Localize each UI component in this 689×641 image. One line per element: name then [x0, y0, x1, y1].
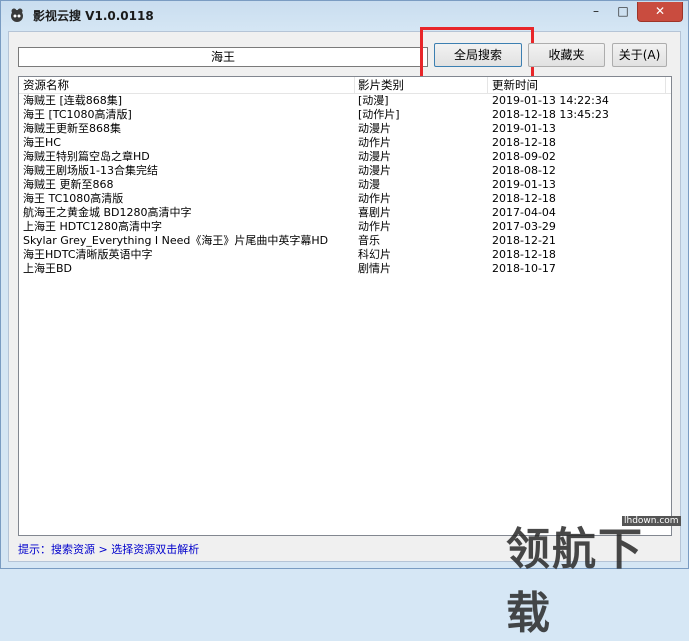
cell-category: [动作片]: [358, 108, 400, 121]
cell-name: 海贼王特别篇空岛之章HD: [23, 150, 150, 163]
column-header-category[interactable]: 影片类别: [358, 77, 404, 93]
cell-updated: 2019-01-13 14:22:34: [492, 94, 609, 107]
table-row[interactable]: 海贼王特别篇空岛之章HD 动漫片 2018-09-02: [19, 150, 671, 164]
about-button[interactable]: 关于(A): [612, 43, 667, 67]
cell-name: 海贼王更新至868集: [23, 122, 121, 135]
cell-updated: 2018-12-18: [492, 248, 556, 261]
cell-name: 海贼王 更新至868: [23, 178, 114, 191]
table-row[interactable]: 海王HDTC清晰版英语中字 科幻片 2018-12-18: [19, 248, 671, 262]
list-rows: 海贼王 [连载868集] [动漫] 2019-01-13 14:22:34 海王 [T…: [19, 94, 671, 276]
cell-updated: 2018-12-18: [492, 192, 556, 205]
table-row[interactable]: 海贼王 [连载868集] [动漫] 2019-01-13 14:22:34: [19, 94, 671, 108]
table-row[interactable]: 海王HC 动作片 2018-12-18: [19, 136, 671, 150]
cell-name: 海王HDTC清晰版英语中字: [23, 248, 153, 261]
client-area: 全局搜索 收藏夹 关于(A) 资源名称 影片类别 更新时间 海贼王 [连载868…: [8, 27, 681, 562]
status-hint: 提示：搜索资源 > 选择资源双击解析: [18, 543, 200, 556]
cell-updated: 2018-12-18: [492, 136, 556, 149]
search-input[interactable]: [18, 47, 428, 67]
results-list[interactable]: 资源名称 影片类别 更新时间 海贼王 [连载868集] [动漫] 2019-01-1…: [18, 76, 672, 536]
table-row[interactable]: 上海王 HDTC1280高清中字 动作片 2017-03-29: [19, 220, 671, 234]
cell-category: 喜剧片: [358, 206, 391, 219]
table-row[interactable]: 海王 TC1080高清版 动作片 2018-12-18: [19, 192, 671, 206]
cell-name: 上海王BD: [23, 262, 73, 275]
column-divider[interactable]: [665, 77, 666, 93]
window-title: 影视云搜 V1.0.0118: [33, 9, 154, 23]
table-row[interactable]: 上海王BD 剧情片 2018-10-17: [19, 262, 671, 276]
cell-category: 动漫片: [358, 122, 391, 135]
cell-name: 上海王 HDTC1280高清中字: [23, 220, 162, 233]
column-header-updated[interactable]: 更新时间: [492, 77, 538, 93]
cell-category: 音乐: [358, 234, 380, 247]
cell-category: 动漫片: [358, 150, 391, 163]
cell-category: 动作片: [358, 136, 391, 149]
cell-category: 科幻片: [358, 248, 391, 261]
cell-name: 海王HC: [23, 136, 61, 149]
maximize-button[interactable]: □: [610, 2, 636, 22]
cell-category: [动漫]: [358, 94, 389, 107]
table-row[interactable]: 海贼王剧场版1-13合集完结 动漫片 2018-08-12: [19, 164, 671, 178]
list-header: 资源名称 影片类别 更新时间: [19, 77, 671, 94]
global-search-button[interactable]: 全局搜索: [434, 43, 522, 67]
table-row[interactable]: 海贼王更新至868集 动漫片 2019-01-13: [19, 122, 671, 136]
column-header-name[interactable]: 资源名称: [23, 77, 69, 93]
cell-name: 海王 TC1080高清版: [23, 192, 124, 205]
column-divider[interactable]: [487, 77, 488, 93]
cell-name: 海贼王 [连载868集]: [23, 94, 123, 107]
watermark-logo: 领航下载: [506, 524, 644, 639]
favorites-button[interactable]: 收藏夹: [528, 43, 605, 67]
cell-name: 海王 [TC1080高清版]: [23, 108, 132, 121]
cell-name: 海贼王剧场版1-13合集完结: [23, 164, 158, 177]
cell-category: 动作片: [358, 192, 391, 205]
cell-updated: 2018-12-18 13:45:23: [492, 108, 609, 121]
cell-updated: 2017-03-29: [492, 220, 556, 233]
cell-updated: 2018-09-02: [492, 150, 556, 163]
cell-category: 剧情片: [358, 262, 391, 275]
cell-updated: 2017-04-04: [492, 206, 556, 219]
cell-updated: 2019-01-13: [492, 122, 556, 135]
table-row[interactable]: Skylar Grey_Everything I Need《海王》片尾曲中英字幕…: [19, 234, 671, 248]
cell-updated: 2018-08-12: [492, 164, 556, 177]
cell-category: 动漫片: [358, 164, 391, 177]
table-row[interactable]: 航海王之黄金城 BD1280高清中字 喜剧片 2017-04-04: [19, 206, 671, 220]
cell-updated: 2018-12-21: [492, 234, 556, 247]
cell-category: 动漫: [358, 178, 380, 191]
cell-category: 动作片: [358, 220, 391, 233]
cell-name: 航海王之黄金城 BD1280高清中字: [23, 206, 192, 219]
close-button[interactable]: ✕: [637, 2, 683, 22]
column-divider[interactable]: [354, 77, 355, 93]
table-row[interactable]: 海王 [TC1080高清版] [动作片] 2018-12-18 13:45:23: [19, 108, 671, 122]
cell-updated: 2019-01-13: [492, 178, 556, 191]
app-logo-icon: [11, 8, 23, 22]
watermark-url: lhdown.com: [622, 516, 681, 526]
minimize-button[interactable]: –: [583, 2, 609, 22]
app-window: 影视云搜 V1.0.0118 – □ ✕ 全局搜索 收藏夹 关于(A) 资源名称…: [0, 0, 689, 639]
cell-name: Skylar Grey_Everything I Need《海王》片尾曲中英字幕…: [23, 234, 329, 247]
table-row[interactable]: 海贼王 更新至868 动漫 2019-01-13: [19, 178, 671, 192]
title-bar[interactable]: 影视云搜 V1.0.0118 – □ ✕: [1, 1, 688, 29]
cell-updated: 2018-10-17: [492, 262, 556, 275]
